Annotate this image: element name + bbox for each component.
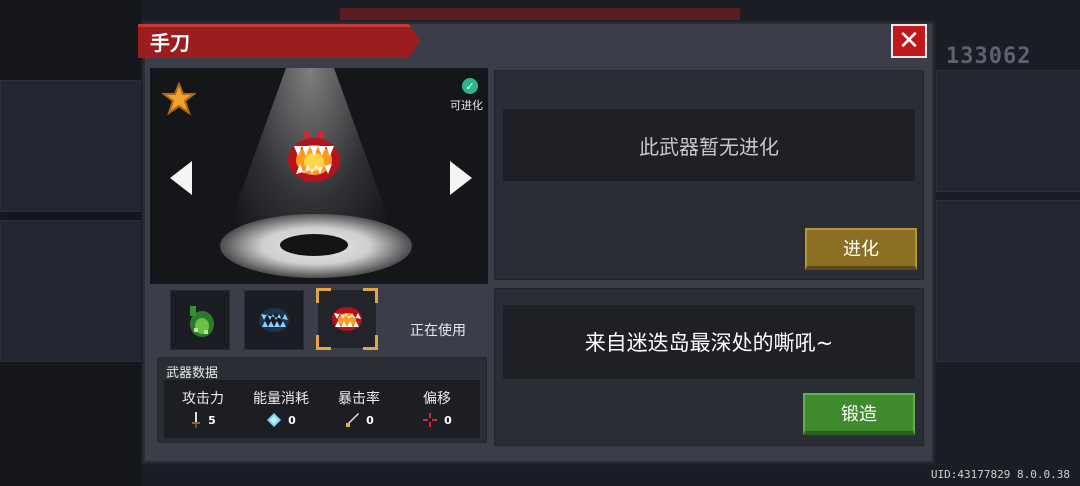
stat-energy: 能量消耗 0	[246, 388, 316, 428]
weapon-shadow	[280, 234, 348, 256]
ice-fang-skin-icon	[259, 308, 289, 332]
green-plant-skin-icon	[190, 306, 214, 337]
selection-corner	[316, 288, 331, 303]
star-icon	[162, 82, 196, 116]
stat-value: 0	[444, 413, 452, 427]
stat-attack: 攻击力 5	[168, 388, 238, 428]
in-use-label: 正在使用	[410, 323, 466, 339]
sword-icon	[192, 412, 201, 428]
stat-label: 偏移	[423, 391, 451, 407]
stat-value: 0	[366, 413, 374, 427]
evolvable-label: 可进化	[450, 99, 483, 112]
arrow-right-icon[interactable]	[450, 161, 472, 195]
uid-version-label: UID:43177829 8.0.0.38	[930, 468, 1070, 481]
background-floor-tile	[936, 70, 1080, 192]
background-health-strip	[340, 8, 740, 20]
skin-slot-ice-fang[interactable]	[244, 290, 304, 350]
weapon-stats-panel: 武器数据 攻击力 5 能量消耗 0 暴击率 0 偏移 0	[157, 357, 487, 443]
weapon-viewer: ✓ 可进化	[150, 68, 488, 284]
stat-value: 5	[208, 413, 216, 427]
stat-crit: 暴击率 0	[324, 388, 394, 428]
forge-button[interactable]: 锻造	[803, 393, 915, 435]
energy-crystal-icon	[267, 413, 282, 427]
score-counter: 133062	[946, 44, 1032, 69]
skin-slot-green-plant[interactable]	[170, 290, 230, 350]
stat-label: 能量消耗	[253, 391, 309, 407]
evolution-panel: 此武器暂无进化 进化	[494, 70, 924, 280]
evolve-button[interactable]: 进化	[805, 228, 917, 270]
stat-label: 暴击率	[338, 391, 380, 407]
stat-label: 攻击力	[182, 391, 224, 407]
crosshair-icon	[423, 413, 438, 427]
crit-icon	[346, 413, 360, 427]
weapon-title: 手刀	[150, 31, 190, 55]
close-button[interactable]: ✕	[891, 24, 927, 58]
selection-corner	[316, 335, 331, 350]
description-panel: 来自迷迭岛最深处的嘶吼~ 锻造	[494, 288, 924, 446]
fanged-mouth-weapon-icon	[288, 132, 340, 182]
stat-value: 0	[288, 413, 296, 427]
arrow-left-icon[interactable]	[170, 161, 192, 195]
weapon-description: 来自迷迭岛最深处的嘶吼~	[503, 305, 915, 379]
background-floor-tile	[0, 80, 143, 212]
selection-corner	[363, 288, 378, 303]
evolution-status: 此武器暂无进化	[503, 109, 915, 181]
background-floor-tile	[936, 200, 1080, 362]
weapon-stats-title: 武器数据	[166, 366, 219, 381]
stat-offset: 偏移 0	[402, 388, 472, 428]
weapon-stats-grid: 攻击力 5 能量消耗 0 暴击率 0 偏移 0	[164, 380, 480, 438]
skin-slot-red-fang[interactable]	[316, 288, 378, 350]
close-icon: ✕	[898, 26, 920, 56]
red-fang-skin-icon	[332, 307, 362, 331]
check-icon: ✓	[462, 78, 478, 94]
background-floor-tile	[0, 220, 143, 362]
selection-corner	[363, 335, 378, 350]
